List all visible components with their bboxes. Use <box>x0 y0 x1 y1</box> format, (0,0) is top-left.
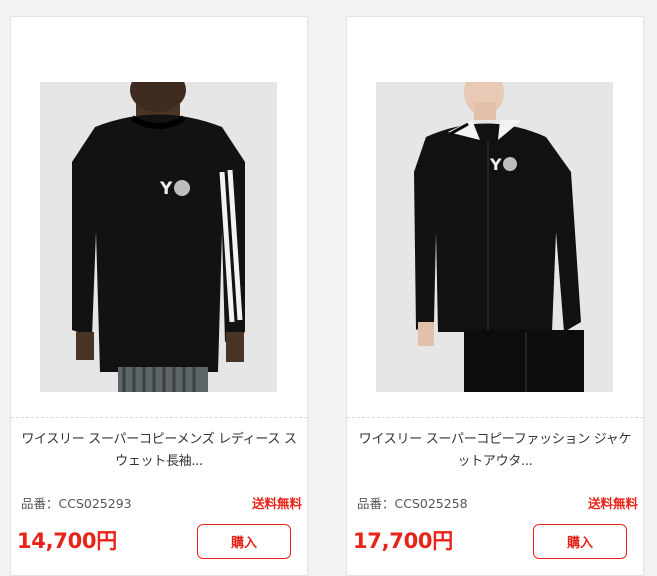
buy-button[interactable]: 購入 <box>197 524 291 559</box>
divider <box>347 417 643 418</box>
product-grid: Y ワイスリー スーパーコピーメンズ レディース スウェット長袖... 品番：C… <box>0 0 657 576</box>
product-sku: 品番：CCS025258 <box>357 496 468 511</box>
product-image[interactable]: Y <box>376 82 613 392</box>
logo-mark: Y <box>489 155 502 174</box>
buy-button[interactable]: 購入 <box>533 524 627 559</box>
product-card[interactable]: Y ワイスリー スーパーコピーファッション ジャケットアウタ... 品番：CCS… <box>346 16 644 576</box>
product-price: 17,700円 <box>353 529 453 553</box>
product-price: 14,700円 <box>17 529 117 553</box>
logo-mark: Y <box>159 179 173 199</box>
product-title[interactable]: ワイスリー スーパーコピーファッション ジャケットアウタ... <box>353 429 637 473</box>
free-shipping-badge: 送料無料 <box>251 496 302 511</box>
product-image[interactable]: Y <box>40 82 277 392</box>
product-card[interactable]: Y ワイスリー スーパーコピーメンズ レディース スウェット長袖... 品番：C… <box>10 16 308 576</box>
divider <box>11 417 307 418</box>
product-sku: 品番：CCS025293 <box>21 496 132 511</box>
free-shipping-badge: 送料無料 <box>587 496 638 511</box>
product-title[interactable]: ワイスリー スーパーコピーメンズ レディース スウェット長袖... <box>17 429 301 473</box>
